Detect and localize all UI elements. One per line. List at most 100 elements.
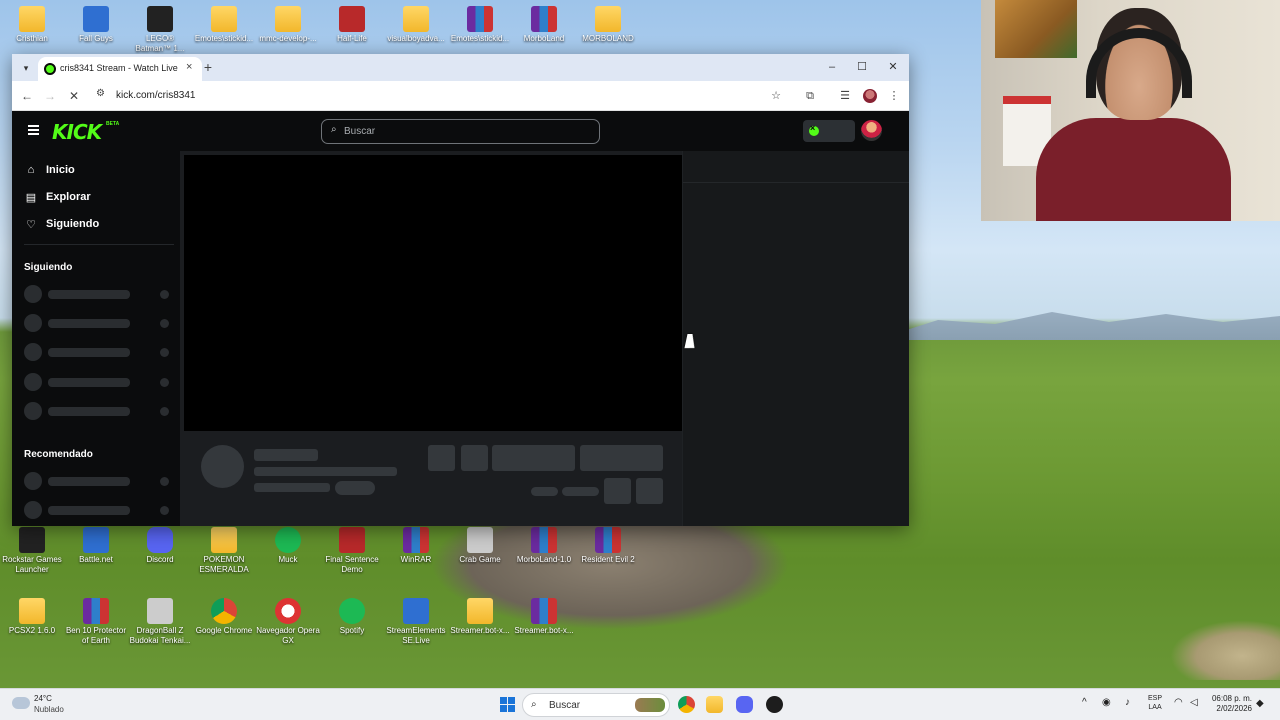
cloud-icon[interactable] (12, 697, 30, 709)
browser-tab-active[interactable]: cris8341 Stream - Watch Live o × (38, 57, 202, 81)
desktop-app-icon (211, 6, 237, 32)
desktop-icon[interactable]: WinRAR (384, 527, 448, 565)
new-tab-button[interactable]: + (200, 58, 216, 76)
kick-points-button[interactable] (803, 120, 855, 142)
desktop-icon[interactable]: Rockstar Games Launcher (0, 527, 64, 575)
tray-chevron-icon[interactable]: ^ (1082, 697, 1087, 708)
desktop-icon[interactable]: Final Sentence Demo (320, 527, 384, 575)
browser-menu-icon[interactable]: ⋮ (885, 87, 903, 105)
desktop-icon[interactable]: Emotes\stickid... (192, 6, 256, 44)
wifi-icon[interactable]: ◠ (1174, 697, 1183, 708)
site-info-icon[interactable]: ⚙ (96, 88, 110, 102)
video-player[interactable] (184, 155, 682, 431)
webcam-person (1036, 8, 1231, 221)
subscribe-button-skeleton (580, 445, 663, 471)
desktop-app-icon (403, 6, 429, 32)
desktop-icon-label: LEGO® Batman™ 1... (135, 34, 185, 53)
stop-loading-button[interactable]: ✕ (65, 87, 83, 105)
desktop-icon-label: Streamer.bot-x... (514, 626, 574, 635)
desktop-icon[interactable]: StreamElements SE.Live (384, 598, 448, 646)
uptime-skeleton (562, 487, 599, 496)
desktop-icon-label: MorboLand-1.0 (516, 555, 572, 564)
discord-taskbar-icon[interactable] (736, 696, 753, 713)
maximize-button[interactable]: ☐ (852, 58, 872, 76)
desktop-icon[interactable]: Crab Game (448, 527, 512, 565)
desktop-icon[interactable]: Navegador Opera GX (256, 598, 320, 646)
media-control-icon[interactable]: ☰ (836, 87, 854, 105)
tab-search-button[interactable]: ▾ (18, 60, 34, 76)
desktop-app-icon (467, 527, 493, 553)
desktop-icon[interactable]: MORBOLAND (576, 6, 640, 44)
desktop-icon[interactable]: PCSX2 1.6.0 (0, 598, 64, 636)
user-avatar[interactable] (861, 120, 882, 141)
address-url[interactable]: kick.com/cris8341 (116, 90, 195, 101)
desktop-icon-label: StreamElements SE.Live (386, 626, 446, 645)
browser-profile-avatar[interactable] (863, 89, 877, 103)
desktop-icon[interactable]: POKEMON ESMERALDA (192, 527, 256, 575)
address-bar[interactable]: ⚙ kick.com/cris8341 (96, 85, 796, 107)
desktop-icon-label: Final Sentence Demo (325, 555, 379, 574)
bookmark-star-icon[interactable]: ☆ (767, 87, 785, 105)
close-window-button[interactable]: ✕ (883, 58, 903, 76)
chrome-taskbar-icon[interactable] (678, 696, 695, 713)
desktop-icon[interactable]: Ben 10 Protector of Earth (64, 598, 128, 646)
tab-close-button[interactable]: × (186, 61, 192, 73)
desktop-icon[interactable]: Emotes\stickid... (448, 6, 512, 44)
desktop-app-icon (339, 6, 365, 32)
desktop-icon[interactable]: Streamer.bot-x... (448, 598, 512, 636)
windows-start-icon[interactable] (500, 697, 515, 712)
taskbar-search-box[interactable]: ⌕ Buscar (522, 693, 670, 717)
kick-top-nav: KICK BETA ⌕ Buscar (12, 111, 909, 151)
desktop-icon[interactable]: Battle.net (64, 527, 128, 565)
sidebar-item-label: Siguiendo (46, 218, 100, 230)
file-explorer-taskbar-icon[interactable] (706, 696, 723, 713)
desktop-icon-label: Discord (146, 555, 174, 564)
desktop-icon[interactable]: Google Chrome (192, 598, 256, 636)
recommended-heading: Recomendado (24, 449, 93, 460)
forward-button[interactable]: → (41, 87, 59, 105)
sidebar-item-explorar[interactable]: ▤ Explorar (24, 189, 174, 209)
desktop-icon-label: Cristhian (16, 34, 48, 43)
taskbar-clock[interactable]: 06:08 p. m. 2/02/2026 (1208, 694, 1252, 714)
hamburger-menu-icon[interactable] (28, 125, 39, 135)
browse-icon: ▤ (25, 192, 37, 204)
desktop-app-icon (83, 527, 109, 553)
input-language[interactable]: ESP LAA (1148, 694, 1162, 712)
desktop-icon[interactable]: LEGO® Batman™ 1... (128, 6, 192, 54)
desktop-icon[interactable]: MorboLand (512, 6, 576, 44)
desktop-app-icon (531, 527, 557, 553)
desktop-icon[interactable]: Discord (128, 527, 192, 565)
extensions-icon[interactable]: ⧉ (801, 87, 819, 105)
desktop-icon-label: MORBOLAND (582, 34, 634, 43)
kick-search-input[interactable]: ⌕ Buscar (321, 119, 600, 144)
desktop-app-icon (19, 6, 45, 32)
sidebar-item-inicio[interactable]: ⌂ Inicio (24, 162, 174, 182)
desktop-icon[interactable]: Half-Life (320, 6, 384, 44)
desktop-icon[interactable]: Muck (256, 527, 320, 565)
desktop-icon[interactable]: mmc-develop-... (256, 6, 320, 44)
desktop-app-icon (595, 6, 621, 32)
back-button[interactable]: ← (18, 87, 36, 105)
desktop-icon[interactable]: MorboLand-1.0 (512, 527, 576, 565)
sidebar-item-siguiendo[interactable]: ♡ Siguiendo (24, 216, 174, 236)
desktop-icon[interactable]: Spotify (320, 598, 384, 636)
weather-description[interactable]: Nublado (34, 705, 64, 714)
desktop-icon[interactable]: DragonBall Z Budokai Tenkai... (128, 598, 192, 646)
minimize-button[interactable]: – (822, 58, 842, 76)
heart-icon: ♡ (26, 219, 36, 231)
volume-icon[interactable]: ◁ (1190, 697, 1198, 708)
desktop-icon[interactable]: visualboyadva... (384, 6, 448, 44)
desktop-icon-label: Spotify (339, 626, 365, 635)
desktop-icon[interactable]: Streamer.bot-x... (512, 598, 576, 636)
desktop-icon[interactable]: Cristhian (0, 6, 64, 44)
microphone-icon[interactable]: ♪ (1125, 697, 1130, 708)
desktop-app-icon (339, 598, 365, 624)
notification-bell-icon[interactable]: ◆ (1256, 698, 1264, 709)
desktop-icon[interactable]: Fall Guys (64, 6, 128, 44)
desktop-icon[interactable]: Resident Evil 2 (576, 527, 640, 565)
recommended-skeleton-row (24, 472, 174, 490)
obs-taskbar-icon[interactable] (766, 696, 783, 713)
kick-logo[interactable]: KICK (52, 120, 102, 144)
weather-temperature[interactable]: 24°C (34, 694, 52, 703)
tray-network-icon[interactable]: ◉ (1102, 697, 1111, 708)
